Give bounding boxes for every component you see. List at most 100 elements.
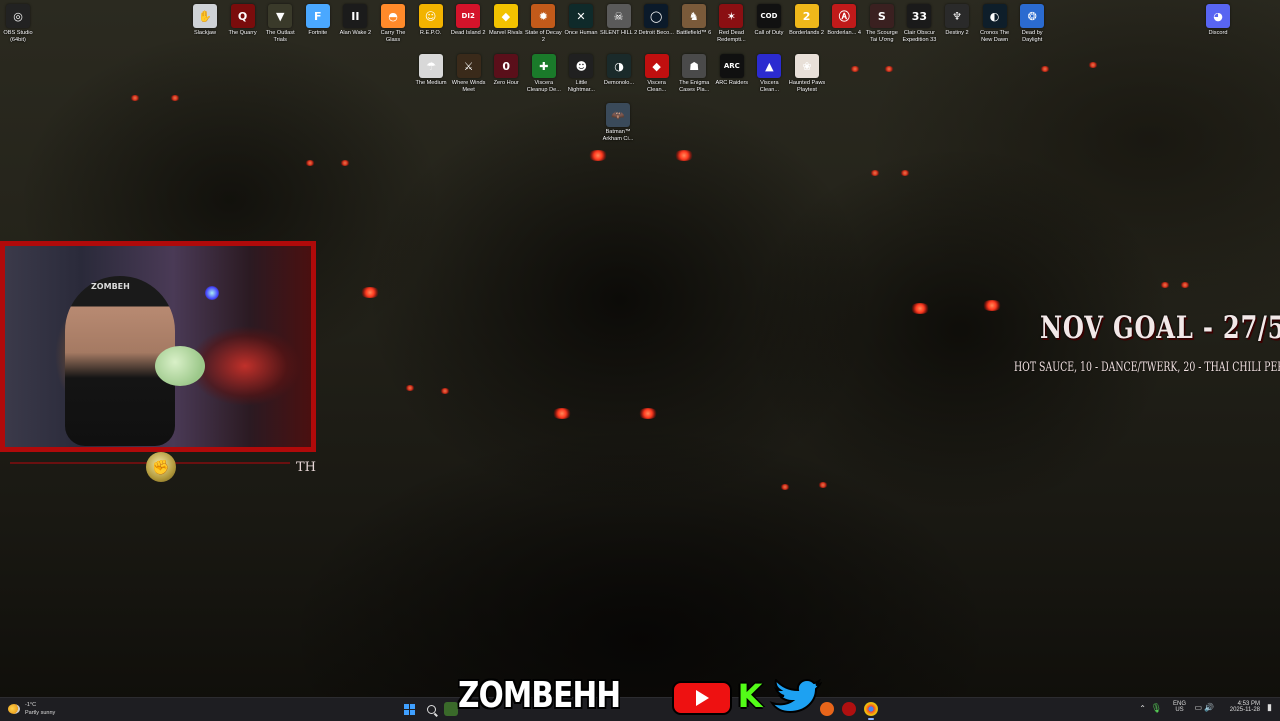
desktop-shortcut[interactable]: Q The Quarry — [224, 4, 262, 37]
glowing-eye — [440, 388, 450, 394]
glowing-eye — [588, 150, 608, 161]
desktop-shortcut-label: R.E.P.O. — [419, 30, 442, 36]
desktop-shortcut[interactable]: ✚ Viscera Cleanup De... — [525, 54, 563, 94]
search-button[interactable] — [423, 701, 439, 717]
desktop-shortcut[interactable]: COD Call of Duty — [750, 4, 788, 37]
notification-icon[interactable]: ▮ — [1267, 702, 1272, 713]
desktop-shortcut[interactable]: ◕ Discord — [1199, 4, 1237, 37]
desktop-shortcut[interactable]: ☺ R.E.P.O. — [412, 4, 450, 37]
desktop-shortcut-label: Slackjaw — [193, 30, 217, 36]
desktop-shortcut[interactable]: 0 Zero Hour — [487, 54, 525, 87]
desktop-shortcut-label: The Outlast Trials — [265, 30, 295, 43]
desktop-shortcut[interactable]: ◯ Detroit Beco... — [637, 4, 675, 37]
desktop-shortcut[interactable]: ◆ Marvel Rivals — [487, 4, 525, 37]
clock[interactable]: 4:53 PM 2025-11-28 — [1230, 701, 1260, 713]
glowing-eye — [900, 170, 910, 176]
desktop-shortcut-label: Dead Island 2 — [450, 30, 486, 36]
desktop-shortcut[interactable]: DI2 Dead Island 2 — [449, 4, 487, 37]
cap-logo-text: ZOMBEH — [91, 282, 130, 291]
network-icon[interactable]: ▭ — [1194, 703, 1202, 712]
borderlands4-icon: Ⓐ — [832, 4, 857, 28]
desktop-shortcut[interactable]: ◑ Demonolo... — [600, 54, 638, 87]
desktop-shortcut-label: Viscera Cleanup De... — [526, 80, 561, 93]
desktop-shortcut-label: Little Nightmar... — [567, 80, 595, 93]
goal-title: NOV GOAL - 27/50 — [1040, 310, 1280, 346]
start-button[interactable] — [401, 701, 417, 717]
desktop-shortcut-label: The Quarry — [228, 30, 257, 36]
desktop-shortcut[interactable]: ☻ Little Nightmar... — [562, 54, 600, 94]
desktop-shortcut-label: Detroit Beco... — [638, 30, 674, 36]
desktop-shortcut-label: Carry The Glass — [380, 30, 406, 43]
language-indicator[interactable]: ENG US — [1173, 701, 1186, 713]
desktop-shortcut-label: Viscera Clean... — [646, 80, 667, 93]
desktop-shortcut-label: Borderlands 2 — [789, 30, 824, 36]
desktop-shortcut[interactable]: ❂ Dead by Daylight — [1013, 4, 1051, 44]
desktop-shortcut-label: Viscera Clean... — [759, 80, 780, 93]
glowing-eye — [305, 160, 315, 166]
desktop-shortcut[interactable]: ♞ Battlefield™ 6 — [675, 4, 713, 37]
desktop-shortcut[interactable]: ☠ SILENT HILL 2 — [600, 4, 638, 37]
desktop-shortcut[interactable]: 🦇 Batman™ Arkham Ci... — [599, 103, 637, 143]
discord-icon: ◕ — [1206, 4, 1230, 28]
desktop-shortcut[interactable]: ☗ The Enigma Cases Pla... — [675, 54, 713, 94]
dead-island-icon: DI2 — [456, 4, 481, 28]
obs-icon: ◎ — [6, 4, 30, 28]
desktop-shortcut[interactable]: ✹ State of Decay 2 — [524, 4, 562, 44]
desktop-shortcut[interactable]: ◎ OBS Studio (64bit) — [0, 4, 37, 44]
desktop-shortcut-label: Marvel Rivals — [489, 30, 523, 36]
taskbar-app-icon[interactable] — [842, 702, 856, 716]
marvel-rivals-icon: ◆ — [493, 4, 518, 28]
desktop-shortcut[interactable]: 33 Clair Obscur Expedition 33 — [900, 4, 938, 44]
taskbar-app-explorer[interactable] — [444, 702, 458, 716]
desktop-shortcut-label: SILENT HILL 2 — [599, 30, 638, 36]
glowing-eye — [982, 300, 1002, 311]
desktop-shortcut-label: Clair Obscur Expedition 33 — [902, 30, 937, 43]
desktop-shortcut-label: Battlefield™ 6 — [676, 30, 712, 36]
desktop-shortcut[interactable]: ◆ Viscera Clean... — [638, 54, 676, 94]
once-human-icon: ✕ — [569, 4, 593, 28]
microphone-icon[interactable]: 🎙 — [1151, 703, 1162, 714]
dbd-icon: ❂ — [1020, 4, 1045, 28]
weather-temp: -1°C — [25, 702, 37, 708]
desktop-shortcut[interactable]: ▲ Viscera Clean... — [750, 54, 788, 94]
desktop-shortcut[interactable]: F Fortnite — [299, 4, 337, 37]
desktop-shortcut[interactable]: Ⓐ Borderlan... 4 — [825, 4, 863, 37]
desktop-shortcut[interactable]: ▼ The Outlast Trials — [261, 4, 299, 44]
glowing-eye — [360, 287, 380, 298]
partly-sunny-icon — [8, 704, 20, 714]
chevron-up-icon[interactable]: ⌃ — [1139, 704, 1146, 713]
glowing-eye — [1088, 62, 1098, 68]
desktop-shortcut[interactable]: ARC ARC Raiders — [713, 54, 751, 87]
brand-overlay: ZOMBEHH K — [458, 676, 824, 716]
desktop-shortcut[interactable]: ⚔ Where Winds Meet — [450, 54, 488, 94]
desktop-shortcut[interactable]: ◓ Carry The Glass — [374, 4, 412, 44]
little-nightmares-icon: ☻ — [569, 54, 594, 78]
desktop-shortcut-label: Red Dead Redempti... — [717, 30, 746, 43]
desktop-shortcut[interactable]: ◐ Cronos The New Dawn — [976, 4, 1014, 44]
desktop-shortcut[interactable]: ✕ Once Human — [562, 4, 600, 37]
chrome-icon[interactable] — [864, 702, 878, 720]
desktop-shortcut[interactable]: ❀ Haunted Paws Playtest — [788, 54, 826, 94]
desktop-shortcut[interactable]: ✶ Red Dead Redempti... — [712, 4, 750, 44]
desktop-shortcut[interactable]: S The Scourge Tai Ương — [863, 4, 901, 44]
webcam-feed: ZOMBEH — [5, 246, 311, 447]
desktop-shortcut[interactable]: 2 Borderlands 2 — [788, 4, 826, 37]
corner-text: TH — [296, 460, 317, 475]
glowing-eye — [1040, 66, 1050, 72]
desktop-shortcut[interactable]: ☂ The Medium — [412, 54, 450, 87]
desktop-shortcut[interactable]: II Alan Wake 2 — [336, 4, 374, 37]
borderlands2-icon: 2 — [794, 4, 819, 28]
desktop-shortcut[interactable]: ♆ Destiny 2 — [938, 4, 976, 37]
glowing-eye — [780, 484, 790, 490]
desktop-shortcut-label: Discord — [1208, 30, 1228, 36]
region-code: US — [1175, 707, 1184, 713]
desktop-shortcut[interactable]: ✋ Slackjaw — [186, 4, 224, 37]
viscera-clean2-icon: ▲ — [757, 54, 782, 78]
plush-toy — [155, 346, 205, 386]
volume-icon[interactable]: 🔊 — [1204, 703, 1214, 712]
youtube-icon — [672, 681, 732, 715]
glowing-eye — [638, 408, 658, 419]
desktop-shortcut-label: Dead by Daylight — [1021, 30, 1043, 43]
cod-icon: COD — [757, 4, 781, 28]
clair-obscur-icon: 33 — [907, 4, 932, 28]
